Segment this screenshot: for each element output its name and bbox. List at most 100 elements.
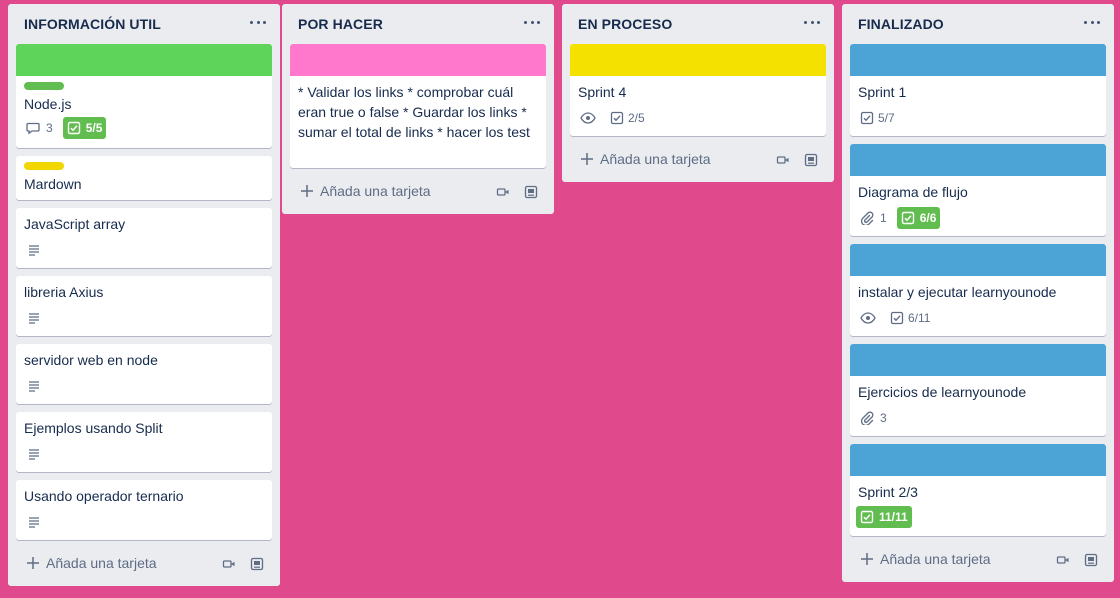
card-javascript-array[interactable]: JavaScript array [16, 208, 272, 268]
video-template-icon[interactable] [222, 557, 236, 571]
checklist-badge-complete: 11/11 [856, 506, 912, 528]
card-title: Mardown [24, 176, 82, 192]
card-badges: 6/11 [858, 308, 938, 328]
card-cover [850, 144, 1106, 176]
attachments-badge: 1 [860, 208, 887, 228]
eye-icon [580, 112, 596, 124]
description-icon [29, 381, 39, 392]
card-cover [850, 344, 1106, 376]
card-validar-links[interactable]: * Validar los links * comprobar cuál era… [290, 44, 546, 168]
label-green[interactable] [24, 82, 64, 90]
checklist-count: 5/5 [85, 121, 103, 135]
card-badges: 2/5 [578, 108, 653, 128]
checklist-count: 6/11 [908, 311, 931, 325]
card-cover [570, 44, 826, 76]
paperclip-icon [860, 211, 874, 225]
card-title: JavaScript array [24, 216, 126, 232]
card-title: Ejemplos usando Split [24, 420, 163, 436]
add-card-label: Añada una tarjeta [320, 183, 431, 199]
card-title: libreria Axius [24, 284, 104, 300]
card-mardown[interactable]: Mardown [16, 156, 272, 200]
description-icon [29, 245, 39, 256]
add-card-button[interactable]: Añada una tarjeta [16, 550, 272, 578]
card-badges: 3 5/5 [24, 117, 114, 139]
checklist-count: 6/6 [919, 211, 937, 225]
card-sprint-1[interactable]: Sprint 1 5/7 [850, 44, 1106, 136]
card-template-icon[interactable] [804, 153, 818, 167]
list-title[interactable]: INFORMACIÓN UTIL [24, 16, 161, 32]
card-usando-operador-ternario[interactable]: Usando operador ternario [16, 480, 272, 540]
card-ejemplos-usando-split[interactable]: Ejemplos usando Split [16, 412, 272, 472]
checklist-icon [860, 111, 874, 125]
card-servidor-web-en-node[interactable]: servidor web en node [16, 344, 272, 404]
watching-badge [860, 308, 876, 328]
list-header: EN PROCESO [562, 4, 834, 44]
card-sprint-2-3[interactable]: Sprint 2/3 11/11 [850, 444, 1106, 536]
video-template-icon[interactable] [496, 185, 510, 199]
checklist-count: 5/7 [878, 111, 895, 125]
card-title: servidor web en node [24, 352, 158, 368]
list-finalizado: FINALIZADO Sprint 1 5/7 Diagrama de fluj… [842, 4, 1114, 582]
checklist-icon [890, 311, 904, 325]
checklist-badge-complete: 5/5 [62, 117, 107, 139]
list-en-proceso: EN PROCESO Sprint 4 2/5 Añada una tarjet… [562, 4, 834, 182]
card-cover [16, 44, 272, 76]
card-diagrama-de-flujo[interactable]: Diagrama de flujo 1 6/6 [850, 144, 1106, 236]
list-menu-icon[interactable] [802, 12, 822, 32]
card-title: Sprint 1 [858, 84, 907, 100]
video-template-icon[interactable] [776, 153, 790, 167]
card-node-js[interactable]: Node.js 3 5/5 [16, 44, 272, 148]
card-title: * Validar los links * comprobar cuál era… [298, 84, 530, 140]
attachments-count: 1 [880, 211, 887, 225]
card-title: Usando operador ternario [24, 488, 184, 504]
add-card-button[interactable]: Añada una tarjeta [850, 546, 1106, 574]
checklist-icon [67, 121, 80, 135]
list-title[interactable]: POR HACER [298, 16, 383, 32]
add-card-button[interactable]: Añada una tarjeta [290, 178, 546, 206]
add-card-label: Añada una tarjeta [46, 555, 157, 571]
card-cover [290, 44, 546, 76]
list-informacion-util: INFORMACIÓN UTIL Node.js 3 5/5 Mardown J… [8, 4, 280, 586]
description-icon [29, 449, 39, 460]
plus-icon [861, 553, 873, 565]
card-template-icon[interactable] [250, 557, 264, 571]
checklist-count: 11/11 [879, 510, 908, 524]
description-icon [29, 313, 39, 324]
card-ejercicios-learnyounode[interactable]: Ejercicios de learnyounode 3 [850, 344, 1106, 436]
checklist-badge: 6/11 [890, 308, 930, 328]
label-yellow[interactable] [24, 162, 64, 170]
card-badges: 11/11 [856, 506, 920, 528]
card-title: instalar y ejecutar learnyounode [858, 284, 1057, 300]
plus-icon [581, 153, 593, 165]
list-title[interactable]: EN PROCESO [578, 16, 672, 32]
checklist-icon [610, 111, 624, 125]
comments-badge: 3 [26, 118, 53, 138]
list-por-hacer: POR HACER * Validar los links * comproba… [282, 4, 554, 214]
board: INFORMACIÓN UTIL Node.js 3 5/5 Mardown J… [2, 4, 1118, 598]
card-template-icon[interactable] [524, 185, 538, 199]
card-cover [850, 244, 1106, 276]
attachments-badge: 3 [860, 408, 887, 428]
add-card-button[interactable]: Añada una tarjeta [570, 146, 826, 174]
list-menu-icon[interactable] [1082, 12, 1102, 32]
comments-count: 3 [46, 121, 53, 135]
card-badges: 3 [858, 408, 895, 428]
card-badges: 1 6/6 [858, 207, 948, 229]
description-icon [29, 517, 39, 528]
card-cover [850, 44, 1106, 76]
list-menu-icon[interactable] [522, 12, 542, 32]
card-sprint-4[interactable]: Sprint 4 2/5 [570, 44, 826, 136]
card-title: Sprint 2/3 [858, 484, 918, 500]
paperclip-icon [860, 411, 874, 425]
checklist-badge: 2/5 [610, 108, 645, 128]
checklist-icon [860, 510, 874, 524]
card-instalar-learnyounode[interactable]: instalar y ejecutar learnyounode 6/11 [850, 244, 1106, 336]
card-template-icon[interactable] [1084, 553, 1098, 567]
card-title: Node.js [24, 96, 72, 112]
checklist-icon [901, 211, 914, 225]
card-libreria-axius[interactable]: libreria Axius [16, 276, 272, 336]
card-badges: 5/7 [858, 108, 903, 128]
list-title[interactable]: FINALIZADO [858, 16, 944, 32]
list-menu-icon[interactable] [248, 12, 268, 32]
video-template-icon[interactable] [1056, 553, 1070, 567]
